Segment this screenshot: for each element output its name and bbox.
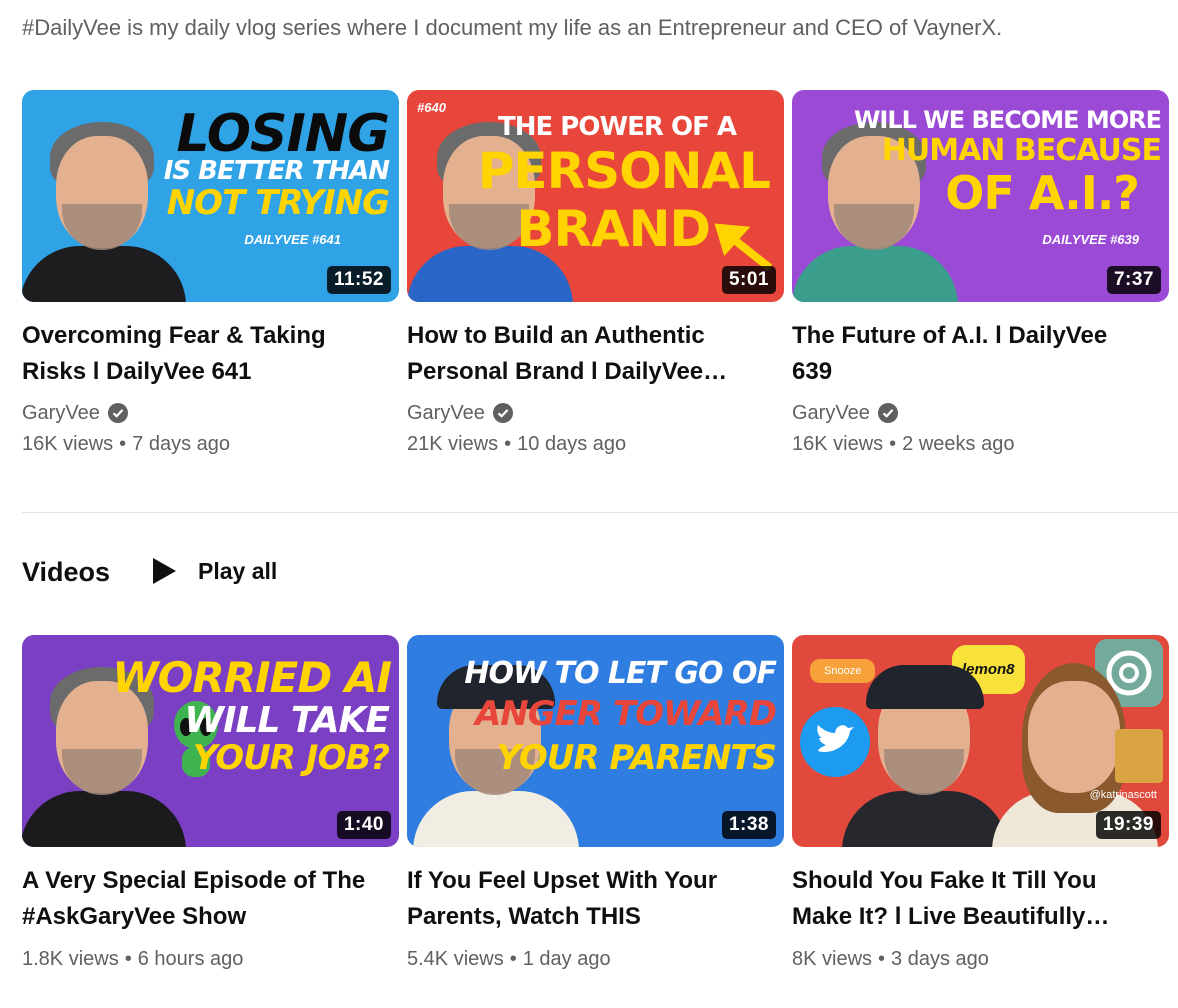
view-count: 1.8K views (22, 948, 119, 970)
thumbnail-headline: HUMAN BECAUSE (881, 133, 1162, 168)
channel-name-label[interactable]: GaryVee (22, 402, 100, 425)
thumbnail-headline: IS BETTER THAN (163, 156, 390, 186)
video-duration-badge: 1:38 (721, 811, 776, 839)
verified-badge-icon (877, 403, 898, 423)
upload-age: 6 hours ago (137, 948, 244, 970)
video-card[interactable]: WORRIED AI WILL TAKE YOUR JOB? 1:40 A Ve… (22, 635, 399, 971)
thumbnail-episode-tag: #640 (417, 100, 446, 115)
video-duration-badge: 19:39 (1095, 811, 1161, 839)
video-title[interactable]: Overcoming Fear & Taking Risks l DailyVe… (22, 318, 372, 390)
thumbnail-arrow-icon (714, 223, 772, 272)
video-title[interactable]: A Very Special Episode of The #AskGaryVe… (22, 863, 372, 935)
videos-section-title[interactable]: Videos (22, 557, 110, 588)
play-all-button[interactable]: Play all (150, 556, 277, 586)
video-card[interactable]: WILL WE BECOME MORE HUMAN BECAUSE OF A.I… (792, 90, 1169, 456)
thumbnail-headline: WORRIED AI (112, 653, 392, 702)
video-meta: 16K views • 2 weeks ago (792, 433, 1169, 456)
verified-badge-icon (107, 403, 128, 423)
thumbnail-headline: WILL TAKE (184, 700, 390, 741)
meta-separator: • (504, 433, 512, 455)
thumbnail-headline: WILL WE BECOME MORE (853, 106, 1162, 134)
thumbnail-headline: BRAND (516, 200, 711, 258)
channel-name[interactable]: GaryVee (407, 400, 784, 426)
video-card[interactable]: LOSING IS BETTER THAN NOT TRYING DAILYVE… (22, 90, 399, 456)
section-divider (22, 512, 1178, 513)
thumbnail-headline: NOT TRYING (166, 183, 390, 223)
video-title[interactable]: How to Build an Authentic Personal Brand… (407, 318, 757, 390)
thumbnail-episode-tag: DAILYVEE #641 (244, 232, 341, 247)
video-thumbnail[interactable]: LOSING IS BETTER THAN NOT TRYING DAILYVE… (22, 90, 399, 302)
thumbnail-episode-tag: DAILYVEE #639 (1042, 232, 1139, 247)
view-count: 8K views (792, 948, 873, 970)
view-count: 16K views (792, 433, 884, 455)
videos-grid: WORRIED AI WILL TAKE YOUR JOB? 1:40 A Ve… (22, 635, 1169, 971)
meta-separator: • (878, 948, 886, 970)
upload-age: 10 days ago (517, 433, 627, 455)
video-duration-badge: 11:52 (326, 266, 391, 294)
video-title[interactable]: The Future of A.I. l DailyVee 639 (792, 318, 1142, 390)
box-image (1115, 729, 1163, 783)
video-thumbnail[interactable]: #640 THE POWER OF A PERSONAL BRAND 5:01 (407, 90, 784, 302)
video-card[interactable]: Snooze lemon8 @katrinascott 19:39 Should… (792, 635, 1169, 971)
thumbnail-headline: LOSING (176, 104, 390, 164)
upload-age: 2 weeks ago (902, 433, 1015, 455)
channel-name[interactable]: GaryVee (22, 400, 399, 426)
video-thumbnail[interactable]: WORRIED AI WILL TAKE YOUR JOB? 1:40 (22, 635, 399, 847)
thumbnail-headline: HOW TO LET GO OF (464, 656, 777, 691)
view-count: 5.4K views (407, 948, 504, 970)
meta-separator: • (509, 948, 517, 970)
channel-name[interactable]: GaryVee (792, 400, 1169, 426)
thumbnail-headline: THE POWER OF A (497, 112, 737, 142)
video-meta: 21K views • 10 days ago (407, 433, 784, 456)
play-icon (153, 558, 176, 584)
upload-age: 1 day ago (522, 948, 611, 970)
video-duration-badge: 1:40 (336, 811, 391, 839)
video-card[interactable]: HOW TO LET GO OF ANGER TOWARD YOUR PAREN… (407, 635, 784, 971)
thumbnail-person-image (22, 118, 186, 302)
upload-age: 7 days ago (132, 433, 231, 455)
meta-separator: • (889, 433, 897, 455)
playlist-grid: LOSING IS BETTER THAN NOT TRYING DAILYVE… (22, 90, 1169, 456)
thumbnail-headline: YOUR PARENTS (496, 738, 777, 778)
meta-separator: • (119, 433, 127, 455)
video-title[interactable]: If You Feel Upset With Your Parents, Wat… (407, 863, 757, 935)
play-all-label[interactable]: Play all (198, 558, 277, 585)
thumbnail-headline: YOUR JOB? (192, 738, 390, 778)
video-meta: 1.8K views • 6 hours ago (22, 948, 399, 971)
video-thumbnail[interactable]: WILL WE BECOME MORE HUMAN BECAUSE OF A.I… (792, 90, 1169, 302)
thumbnail-headline: ANGER TOWARD (474, 694, 777, 734)
video-meta: 16K views • 7 days ago (22, 433, 399, 456)
meta-separator: • (124, 948, 132, 970)
video-duration-badge: 7:37 (1106, 266, 1161, 294)
video-duration-badge: 5:01 (721, 266, 776, 294)
video-meta: 5.4K views • 1 day ago (407, 948, 784, 971)
channel-name-label[interactable]: GaryVee (407, 402, 485, 425)
creator-handle-tag: @katrinascott (1089, 789, 1157, 801)
video-card[interactable]: #640 THE POWER OF A PERSONAL BRAND 5:01 … (407, 90, 784, 456)
thumbnail-headline: OF A.I.? (945, 166, 1140, 220)
verified-badge-icon (492, 403, 513, 423)
thumbnail-person-image (842, 663, 1008, 847)
thumbnail-headline: PERSONAL (477, 142, 771, 200)
playlist-description: #DailyVee is my daily vlog series where … (22, 15, 1003, 40)
video-thumbnail[interactable]: HOW TO LET GO OF ANGER TOWARD YOUR PAREN… (407, 635, 784, 847)
view-count: 21K views (407, 433, 499, 455)
view-count: 16K views (22, 433, 114, 455)
video-thumbnail[interactable]: Snooze lemon8 @katrinascott 19:39 (792, 635, 1169, 847)
channel-name-label[interactable]: GaryVee (792, 402, 870, 425)
upload-age: 3 days ago (891, 948, 989, 970)
video-meta: 8K views • 3 days ago (792, 948, 1169, 971)
video-title[interactable]: Should You Fake It Till You Make It? l L… (792, 863, 1142, 935)
